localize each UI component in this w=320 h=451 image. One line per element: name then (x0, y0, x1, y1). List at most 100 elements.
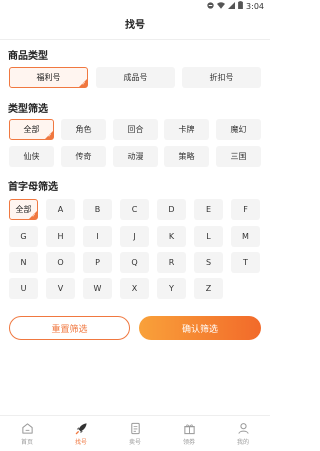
chip-label: 成品号 (123, 73, 148, 82)
chip-label: 回合 (127, 125, 144, 134)
wifi-icon (217, 1, 226, 11)
letter-option-a[interactable]: A (46, 199, 75, 220)
type-option-xianxia[interactable]: 仙侠 (9, 146, 54, 167)
chip-label: Y (169, 284, 174, 293)
bottom-tab-bar: 首页 找号 卖号 领券 我的 (0, 415, 270, 451)
letter-option-u[interactable]: U (9, 278, 38, 299)
chip-label: Z (205, 284, 212, 293)
gift-icon (183, 424, 195, 435)
chip-label: 魔幻 (230, 125, 247, 134)
type-option-role[interactable]: 角色 (61, 119, 106, 140)
letter-option-z[interactable]: Z (194, 278, 223, 299)
type-option-strategy[interactable]: 策略 (164, 146, 209, 167)
chip-label: U (20, 284, 27, 293)
letter-option-l[interactable]: L (194, 226, 223, 247)
letter-option-y[interactable]: Y (157, 278, 186, 299)
letter-option-v[interactable]: V (46, 278, 75, 299)
chip-label: B (94, 205, 101, 214)
chip-label: 策略 (178, 152, 195, 161)
letter-option-d[interactable]: D (157, 199, 186, 220)
tab-sell-account-label: 卖号 (128, 439, 141, 446)
chip-label: 全部 (23, 125, 40, 134)
type-option-card[interactable]: 卡牌 (164, 119, 209, 140)
tab-home[interactable]: 首页 (0, 422, 54, 446)
tab-find-account[interactable]: 找号 (54, 422, 108, 446)
chip-label: 角色 (75, 125, 92, 134)
tab-find-account-label: 找号 (74, 439, 87, 446)
letter-option-b[interactable]: B (83, 199, 112, 220)
product-type-option-discount[interactable]: 折扣号 (182, 67, 261, 88)
tab-me-label: 我的 (236, 439, 249, 446)
status-time: 3:04 (246, 1, 264, 11)
page-title: 找号 (125, 20, 145, 31)
chip-label: 传奇 (75, 152, 92, 161)
chip-label: V (57, 284, 64, 293)
title-divider (0, 39, 270, 40)
reset-filter-button[interactable]: 重置筛选 (9, 316, 130, 340)
tab-me[interactable]: 我的 (216, 422, 270, 446)
chip-label: K (168, 232, 175, 241)
letter-option-h[interactable]: H (46, 226, 75, 247)
chip-label: F (243, 205, 248, 214)
letter-option-c[interactable]: C (120, 199, 149, 220)
chip-label: I (96, 232, 99, 241)
type-option-legend[interactable]: 传奇 (61, 146, 106, 167)
tab-sell-account[interactable]: 卖号 (108, 422, 162, 446)
chip-label: Q (131, 258, 138, 267)
product-type-title: 商品类型 (8, 51, 48, 62)
letter-option-x[interactable]: X (120, 278, 149, 299)
signal-icon (228, 1, 236, 11)
minus-circle-icon (207, 1, 214, 11)
type-option-three-kingdoms[interactable]: 三国 (216, 146, 261, 167)
chip-label: S (205, 258, 212, 267)
chip-label: G (20, 232, 27, 241)
tab-coupons[interactable]: 领券 (162, 422, 216, 446)
letter-option-q[interactable]: Q (120, 252, 149, 273)
letter-option-m[interactable]: M (231, 226, 260, 247)
type-option-magic[interactable]: 魔幻 (216, 119, 261, 140)
letter-option-e[interactable]: E (194, 199, 223, 220)
home-icon (21, 423, 33, 434)
battery-icon (238, 1, 243, 11)
chip-label: 全部 (15, 205, 32, 214)
chip-label: H (57, 232, 64, 241)
tab-coupons-label: 领券 (182, 439, 195, 446)
product-type-option-welfare[interactable]: 福利号 ✓ (9, 67, 88, 88)
check-icon: ✓ (47, 133, 52, 139)
letter-option-n[interactable]: N (9, 252, 38, 273)
letter-option-k[interactable]: K (157, 226, 186, 247)
letter-filter-title: 首字母筛选 (8, 182, 58, 193)
chip-label: J (133, 232, 136, 241)
letter-option-t[interactable]: T (231, 252, 260, 273)
chip-label: M (242, 232, 249, 241)
chip-label: 折扣号 (209, 73, 234, 82)
chip-label: 卡牌 (178, 125, 195, 134)
letter-option-p[interactable]: P (83, 252, 112, 273)
letter-option-f[interactable]: F (231, 199, 260, 220)
chip-label: L (206, 232, 211, 241)
letter-option-w[interactable]: W (83, 278, 112, 299)
letter-option-s[interactable]: S (194, 252, 223, 273)
chip-label: D (168, 205, 175, 214)
letter-option-all[interactable]: 全部 ✓ (9, 199, 38, 220)
rocket-icon (75, 423, 87, 435)
letter-option-r[interactable]: R (157, 252, 186, 273)
reset-filter-label: 重置筛选 (51, 324, 88, 335)
letter-option-i[interactable]: I (83, 226, 112, 247)
letter-option-j[interactable]: J (120, 226, 149, 247)
confirm-filter-button[interactable]: 确认筛选 (139, 316, 261, 340)
letter-option-g[interactable]: G (9, 226, 38, 247)
check-icon: ✓ (81, 81, 86, 87)
chip-label: P (95, 258, 100, 267)
type-option-all[interactable]: 全部 ✓ (9, 119, 54, 140)
letter-option-o[interactable]: O (46, 252, 75, 273)
type-option-turn-based[interactable]: 回合 (113, 119, 158, 140)
chip-label: 福利号 (36, 73, 61, 82)
type-filter-title: 类型筛选 (8, 104, 48, 115)
chip-label: E (205, 205, 212, 214)
chip-label: 三国 (230, 152, 247, 161)
user-icon (237, 423, 249, 434)
product-type-option-finished[interactable]: 成品号 (96, 67, 175, 88)
type-option-anime[interactable]: 动漫 (113, 146, 158, 167)
chip-label: R (168, 258, 175, 267)
